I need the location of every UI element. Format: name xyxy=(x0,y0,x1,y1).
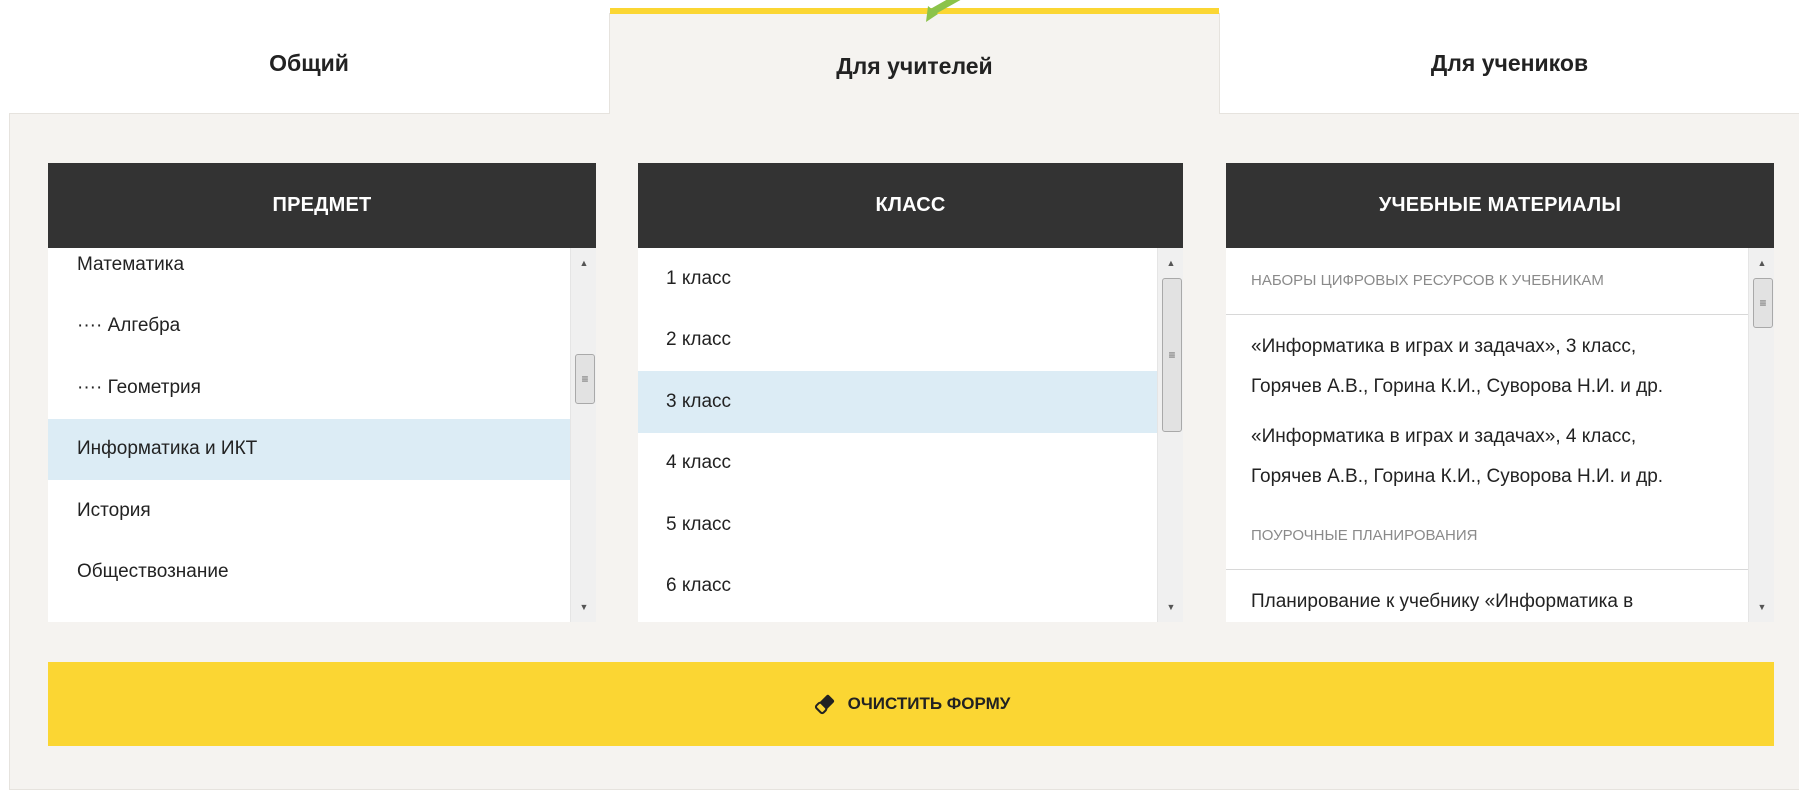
materials-column: УЧЕБНЫЕ МАТЕРИАЛЫ НАБОРЫ ЦИФРОВЫХ РЕСУРС… xyxy=(1226,163,1774,622)
material-authors: Горячев А.В., Горина К.И., Суворова Н.И.… xyxy=(1251,376,1664,397)
material-title: «Информатика в играх и задачах», 3 класс… xyxy=(1251,336,1637,357)
eraser-icon xyxy=(814,694,834,715)
grade-scroll-thumb[interactable] xyxy=(1162,278,1182,432)
grade-item[interactable]: 2 класс xyxy=(638,310,1157,372)
pointer-arrow-icon xyxy=(926,0,961,22)
grade-item[interactable]: 6 класс xyxy=(638,556,1157,618)
grade-item-selected[interactable]: 3 класс xyxy=(638,371,1157,433)
material-authors: Горячев А.В., Горина К.И., Суворова Н.И.… xyxy=(1251,466,1664,487)
grade-column: КЛАСС 1 класс 2 класс 3 класс 4 класс 5 … xyxy=(638,163,1183,622)
scroll-up-icon[interactable]: ▲ xyxy=(571,252,596,274)
materials-list: НАБОРЫ ЦИФРОВЫХ РЕСУРСОВ К УЧЕБНИКАМ «Ин… xyxy=(1226,248,1748,622)
subject-item[interactable]: ···· Геометрия xyxy=(48,357,570,419)
subject-scroll-thumb[interactable] xyxy=(575,354,595,404)
audience-tabs: Общий Для учителей Для учеников xyxy=(9,8,1799,116)
subject-item[interactable]: ···· Алгебра xyxy=(48,296,570,358)
subject-item[interactable]: Математика xyxy=(48,248,570,296)
clear-form-label: ОЧИСТИТЬ ФОРМУ xyxy=(847,694,1011,713)
subject-column: ПРЕДМЕТ Математика ···· Алгебра ···· Гео… xyxy=(48,163,596,622)
material-item[interactable]: Планирование к учебнику «Информатика в xyxy=(1226,570,1748,622)
grade-item[interactable]: 1 класс xyxy=(638,248,1157,310)
materials-header: УЧЕБНЫЕ МАТЕРИАЛЫ xyxy=(1226,163,1774,248)
subject-scrollbar[interactable]: ▲ ▼ xyxy=(570,248,596,622)
subject-header: ПРЕДМЕТ xyxy=(48,163,596,248)
grade-item[interactable]: 4 класс xyxy=(638,433,1157,495)
tab-for-students[interactable]: Для учеников xyxy=(1219,13,1799,114)
grade-list: 1 класс 2 класс 3 класс 4 класс 5 класс … xyxy=(638,248,1157,622)
subject-list: Математика ···· Алгебра ···· Геометрия И… xyxy=(48,248,570,622)
subject-item-selected[interactable]: Информатика и ИКТ xyxy=(48,418,570,480)
grade-scrollbar[interactable]: ▲ ▼ xyxy=(1157,248,1183,622)
materials-scrollbar[interactable]: ▲ ▼ xyxy=(1748,248,1774,622)
scroll-up-icon[interactable]: ▲ xyxy=(1749,252,1774,274)
clear-form-button[interactable]: ОЧИСТИТЬ ФОРМУ xyxy=(48,662,1774,746)
subject-item[interactable]: Обществознание xyxy=(48,542,570,604)
materials-scroll-thumb[interactable] xyxy=(1753,278,1773,328)
material-item[interactable]: «Информатика в играх и задачах», 4 класс… xyxy=(1226,417,1748,497)
material-title: «Информатика в играх и задачах», 4 класс… xyxy=(1251,426,1637,447)
scroll-up-icon[interactable]: ▲ xyxy=(1158,252,1183,274)
tab-general[interactable]: Общий xyxy=(9,13,610,114)
scroll-down-icon[interactable]: ▼ xyxy=(1749,596,1774,618)
materials-section-title: НАБОРЫ ЦИФРОВЫХ РЕСУРСОВ К УЧЕБНИКАМ xyxy=(1226,248,1748,315)
grade-header: КЛАСС xyxy=(638,163,1183,248)
subject-item[interactable]: История xyxy=(48,480,570,542)
material-item[interactable]: «Информатика в играх и задачах», 3 класс… xyxy=(1226,315,1748,407)
scroll-down-icon[interactable]: ▼ xyxy=(1158,596,1183,618)
grade-item[interactable]: 5 класс xyxy=(638,494,1157,556)
tab-for-teachers[interactable]: Для учителей xyxy=(610,8,1219,116)
scroll-down-icon[interactable]: ▼ xyxy=(571,596,596,618)
materials-section-title: ПОУРОЧНЫЕ ПЛАНИРОВАНИЯ xyxy=(1226,503,1748,570)
